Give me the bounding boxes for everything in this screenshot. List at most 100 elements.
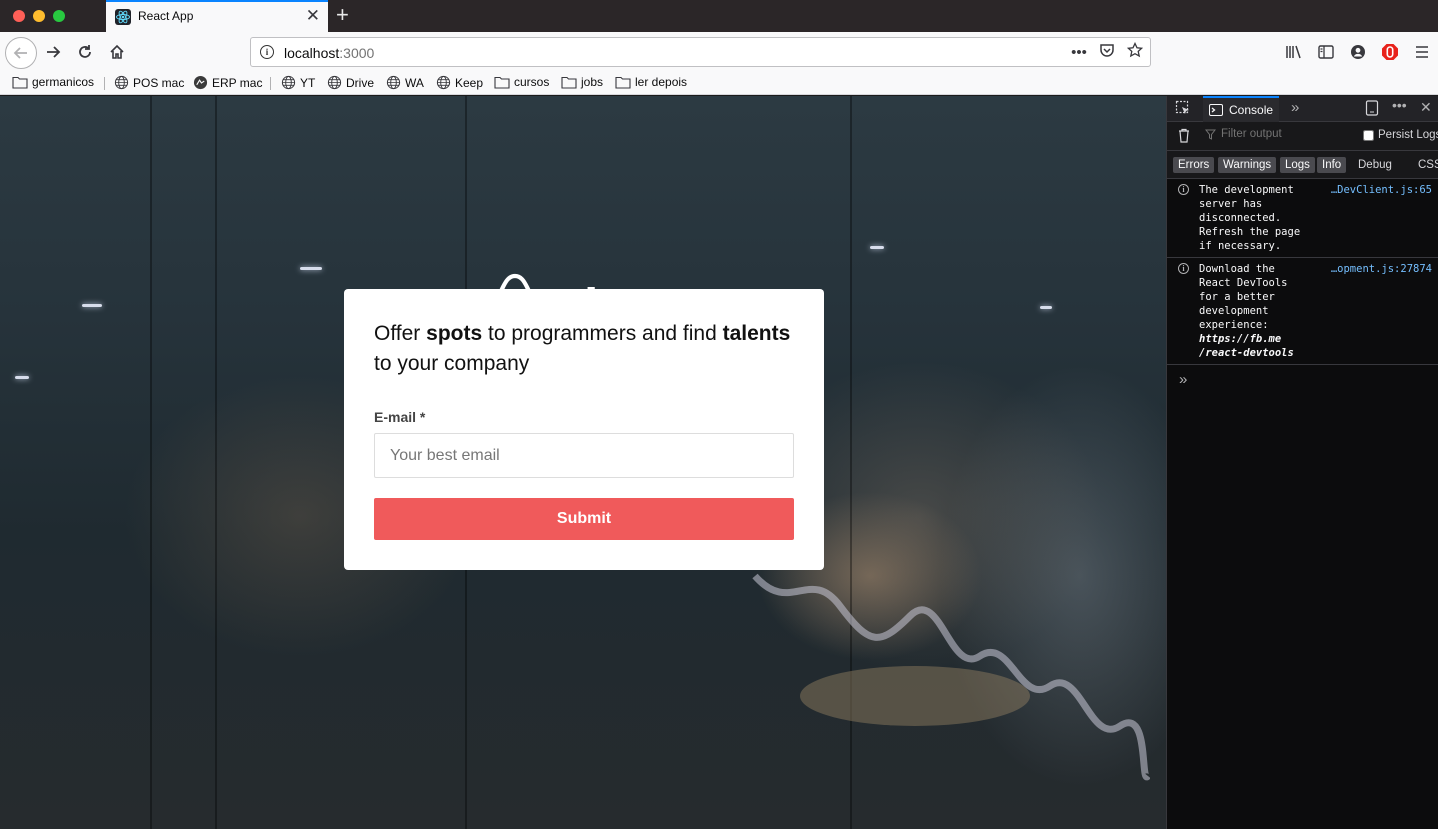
devtools-close-icon[interactable]: ✕ <box>1420 99 1432 116</box>
home-button[interactable] <box>103 38 131 66</box>
bookmark-label: germanicos <box>32 75 95 89</box>
pocket-icon[interactable] <box>1098 42 1116 62</box>
url-text[interactable]: localhost:3000 <box>284 45 374 61</box>
message-text: The development server has disconnected.… <box>1199 184 1301 252</box>
console-input-prompt[interactable]: » <box>1167 365 1438 394</box>
bookmark-star-icon[interactable] <box>1126 41 1144 62</box>
folder-icon <box>12 76 28 89</box>
browser-tab-active[interactable]: React App ✕ <box>106 0 328 32</box>
bookmark-keep[interactable]: Keep <box>436 75 483 90</box>
globe-icon <box>281 75 296 90</box>
bookmark-wa[interactable]: WA <box>386 75 424 90</box>
filter-warnings-button[interactable]: Warnings <box>1218 157 1277 173</box>
glass-panel-edge <box>150 96 152 829</box>
bookmark-label: jobs <box>581 75 604 89</box>
console-tab-label: Console <box>1229 103 1274 117</box>
filter-output-input[interactable]: Filter output <box>1205 128 1345 140</box>
bookmark-jobs[interactable]: jobs <box>561 75 603 89</box>
arrow-right-icon <box>47 46 61 58</box>
react-favicon-icon <box>115 9 131 25</box>
window-zoom-button[interactable] <box>53 10 65 22</box>
new-tab-button[interactable]: + <box>336 2 349 28</box>
console-level-filters: Errors Warnings Logs Info Debug CSS <box>1167 151 1438 179</box>
library-icon[interactable] <box>1282 38 1306 66</box>
folder-icon <box>615 76 631 89</box>
submit-button[interactable]: Submit <box>374 498 794 540</box>
bookmark-label: WA <box>405 75 424 90</box>
menu-icon[interactable] <box>1410 38 1434 66</box>
headline-text: Offer <box>374 322 427 345</box>
bookmark-cursos[interactable]: cursos <box>494 75 549 89</box>
devtools-menu-icon[interactable]: ••• <box>1392 97 1407 113</box>
bookmarks-bar: germanicos POS mac ERP mac YT Drive WA K… <box>0 72 1438 95</box>
page-actions-icon[interactable]: ••• <box>1070 44 1088 61</box>
filter-icon <box>1205 129 1216 140</box>
browser-tab-bar: React App ✕ + <box>0 0 1438 32</box>
bookmark-label: ERP mac <box>212 75 263 90</box>
filter-info-button[interactable]: Info <box>1317 157 1347 173</box>
persist-logs-checkbox[interactable] <box>1363 129 1374 141</box>
window-minimize-button[interactable] <box>33 10 45 22</box>
headline-text: to your company <box>374 352 530 375</box>
bookmark-label: ler depois <box>635 75 688 89</box>
devtools-url-link[interactable]: /react-devtools <box>1199 347 1294 359</box>
folder-icon <box>494 76 510 89</box>
sidebar-icon[interactable] <box>1314 38 1338 66</box>
tab-close-icon[interactable]: ✕ <box>306 6 320 26</box>
tab-console[interactable]: Console <box>1203 96 1280 122</box>
back-button[interactable] <box>5 37 37 69</box>
info-icon[interactable]: i <box>260 45 274 59</box>
filter-logs-button[interactable]: Logs <box>1280 157 1315 173</box>
arrow-left-icon <box>13 47 27 59</box>
site-icon <box>193 75 208 90</box>
reload-button[interactable] <box>71 38 99 66</box>
persist-logs-toggle[interactable]: Persist Logs <box>1363 129 1438 141</box>
filter-css-button[interactable]: CSS <box>1413 157 1438 173</box>
headline-bold-talents: talents <box>722 322 791 345</box>
bookmark-label: Drive <box>346 75 375 90</box>
account-icon[interactable] <box>1346 38 1370 66</box>
element-picker-icon[interactable] <box>1175 100 1191 119</box>
address-bar[interactable]: i localhost:3000 ••• <box>250 37 1151 67</box>
responsive-design-icon[interactable] <box>1365 100 1379 119</box>
glass-panel-edge <box>215 96 217 829</box>
forward-button[interactable] <box>39 38 67 66</box>
headline-text: to programmers and find <box>482 322 723 345</box>
reload-icon <box>79 45 91 58</box>
window-close-button[interactable] <box>13 10 25 22</box>
devtools-url-link[interactable]: https://fb.me <box>1199 333 1281 345</box>
bookmark-ler-depois[interactable]: ler depois <box>615 75 687 89</box>
tab-title: React App <box>138 9 194 23</box>
trash-icon[interactable] <box>1177 128 1191 146</box>
headline-bold-spots: spots <box>426 322 483 345</box>
message-source-link[interactable]: …opment.js:27874 <box>1331 262 1432 276</box>
email-label: E-mail * <box>374 409 426 425</box>
filter-debug-button[interactable]: Debug <box>1353 157 1397 173</box>
home-icon <box>110 44 124 59</box>
bookmark-pos-mac[interactable]: POS mac <box>114 75 184 90</box>
browser-toolbar-right <box>1282 38 1434 66</box>
signup-card: Offer spots to programmers and find tale… <box>344 289 824 570</box>
url-host: localhost <box>284 45 340 61</box>
bookmark-label: cursos <box>514 75 550 89</box>
ceiling-light <box>15 376 29 379</box>
devtools-toolbar: Console » ••• ✕ <box>1167 96 1438 122</box>
email-field[interactable] <box>374 433 794 478</box>
url-port: :3000 <box>339 45 375 61</box>
message-source-link[interactable]: …DevClient.js:65 <box>1331 183 1432 197</box>
bookmark-germanicos[interactable]: germanicos <box>12 75 94 89</box>
adblock-extension-icon[interactable] <box>1378 38 1402 66</box>
chevron-double-right-icon[interactable]: » <box>1291 99 1299 116</box>
filter-errors-button[interactable]: Errors <box>1173 157 1215 173</box>
url-actions: ••• <box>1070 41 1144 62</box>
bookmark-separator <box>270 77 271 90</box>
bookmark-erp-mac[interactable]: ERP mac <box>193 75 262 90</box>
bookmark-label: POS mac <box>133 75 185 90</box>
devtools-panel: Console » ••• ✕ Filter output Persist Lo… <box>1166 96 1438 829</box>
bookmark-yt[interactable]: YT <box>281 75 315 90</box>
bookmark-drive[interactable]: Drive <box>327 75 374 90</box>
bookmark-separator <box>104 77 105 90</box>
message-text-body: Download the React DevTools for a better… <box>1199 263 1288 331</box>
page-viewport: aircnc Offer spots to programmers and fi… <box>0 96 1166 829</box>
globe-icon <box>436 75 451 90</box>
